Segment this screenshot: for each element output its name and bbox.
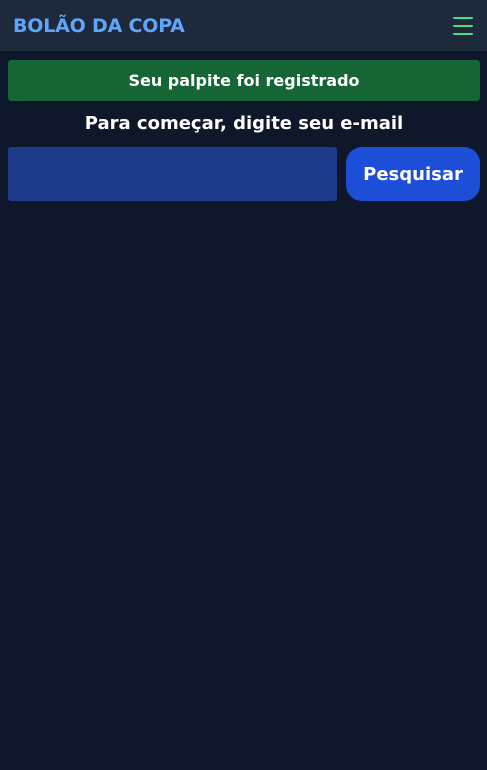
menu-line: [453, 16, 473, 19]
search-row: Pesquisar: [8, 147, 480, 201]
email-prompt: Para começar, digite seu e-mail: [84, 113, 404, 134]
success-banner: Seu palpite foi registrado: [8, 60, 480, 101]
search-button[interactable]: Pesquisar: [346, 147, 480, 201]
top-header: BOLÃO DA COPA: [0, 0, 487, 51]
menu-line: [453, 32, 473, 35]
app-logo-title[interactable]: BOLÃO DA COPA: [13, 15, 185, 37]
main-content: Seu palpite foi registrado Para começar,…: [0, 51, 487, 201]
menu-line: [453, 24, 473, 27]
email-input[interactable]: [8, 147, 337, 201]
hamburger-menu-icon[interactable]: [453, 16, 475, 35]
